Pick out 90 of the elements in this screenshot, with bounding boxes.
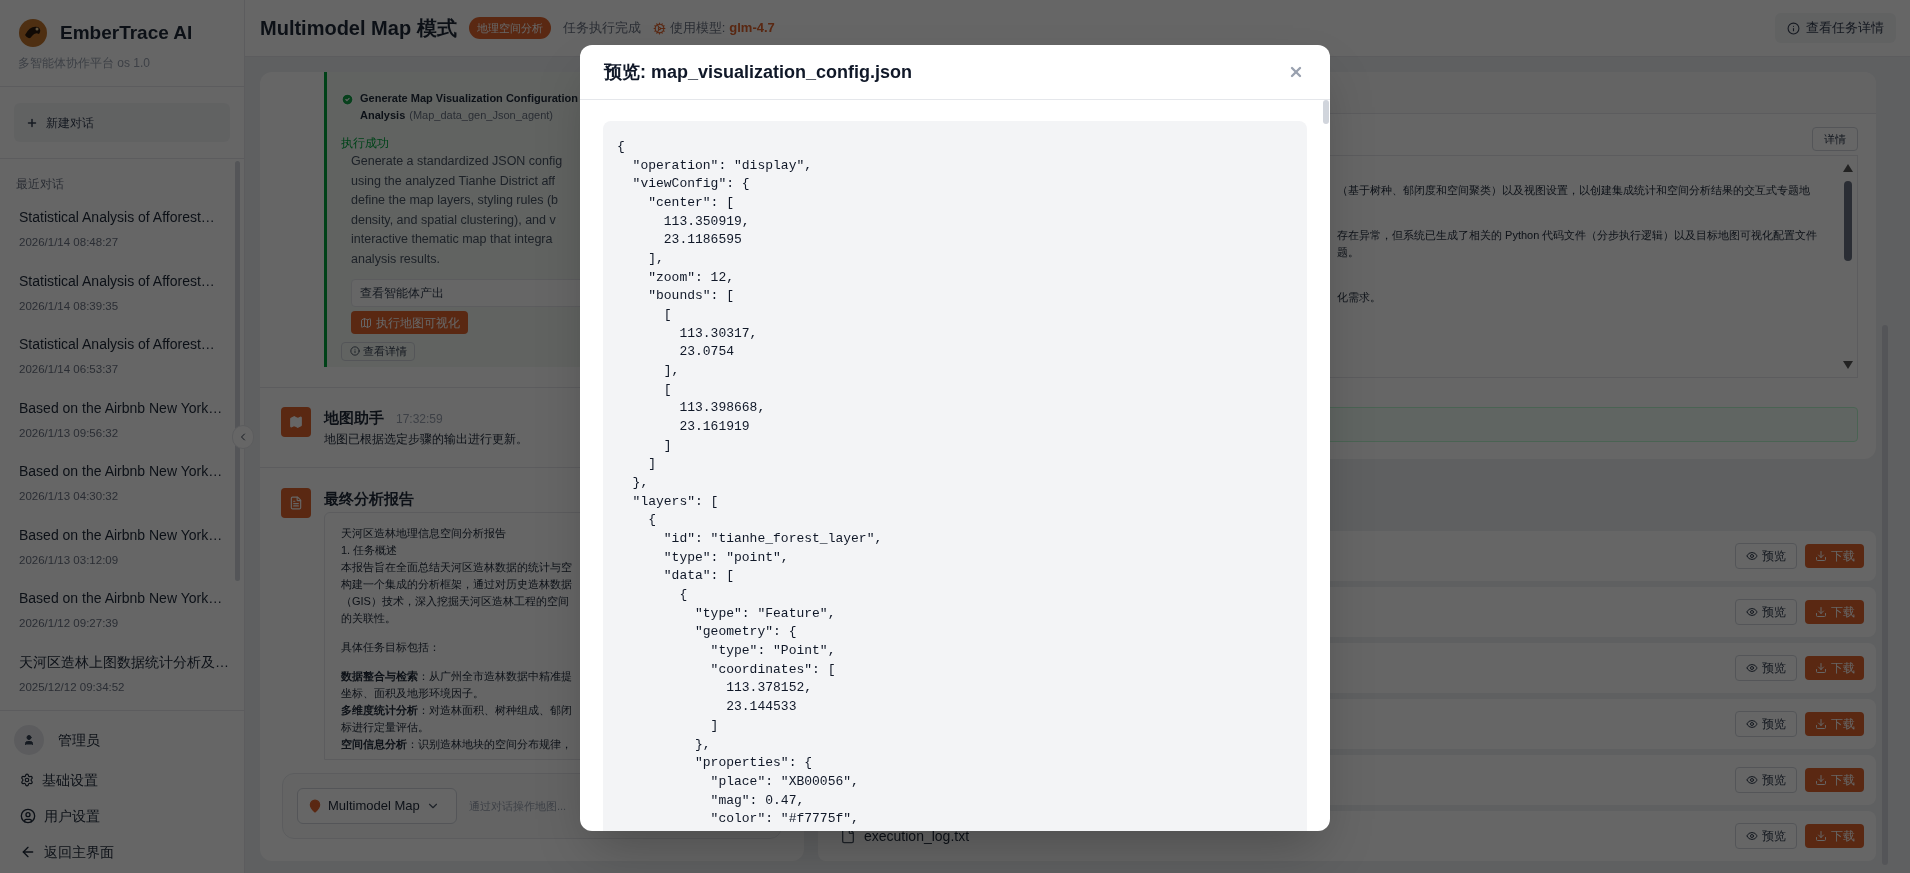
code-line: "coordinates": [ <box>709 660 837 679</box>
message-text: 地图已根据选定步骤的输出进行更新。 <box>324 430 528 448</box>
report-line: 具体任务目标包括： <box>341 640 440 655</box>
page-title: Multimodel Map 模式 <box>260 16 457 41</box>
summary-text: 存在异常，但系统已生成了相关的 Python 代码文件（分步执行逻辑）以及目标地图可视化配置文件 <box>1337 228 1818 243</box>
conversation-time: 2026/1/14 06:53:37 <box>19 362 120 377</box>
conversation-time: 2026/1/13 04:30:32 <box>19 489 120 504</box>
report-line: 标进行定量评估。 <box>341 720 429 735</box>
code-line: "geometry": { <box>694 623 798 642</box>
code-line: { <box>678 586 689 605</box>
code-line: "place": "XB00056", <box>709 772 860 791</box>
conversation-title: Based on the Airbnb New York… <box>19 398 224 418</box>
step-title: Generate Map Visualization Configuration <box>360 91 578 106</box>
status-label: 执行成功 <box>341 135 389 152</box>
report-line: 天河区造林地理信息空间分析报告 <box>341 526 506 541</box>
code-line: 113.398668, <box>678 399 767 418</box>
brand-name: EmberTrace AI <box>60 20 193 45</box>
sender-name: 地图助手 <box>324 408 384 428</box>
code-line: "bounds": [ <box>647 287 736 306</box>
task-status: 任务执行完成 <box>562 19 641 38</box>
code-line: "properties": { <box>694 754 814 773</box>
step-title: Analysis <box>360 108 406 123</box>
model-name: glm-4.7 <box>729 19 775 38</box>
report-title: 最终分析报告 <box>324 488 414 509</box>
code-line: 113.30317, <box>678 324 759 343</box>
conversation-time: 2025/12/12 09:34:52 <box>19 679 126 695</box>
step-description: analysis results. <box>351 250 440 268</box>
code-line: "type": "Point", <box>709 642 837 661</box>
code-line: "center": [ <box>647 194 736 212</box>
tag: 地理空间分析 <box>468 16 551 40</box>
step-description: define the map layers, styling rules (b <box>351 192 559 209</box>
code-line: "layers": [ <box>631 492 720 511</box>
model-label: 使用模型: <box>669 19 726 38</box>
code-line: 23.1186595 <box>662 231 743 250</box>
code-line: "viewConfig": { <box>631 175 751 194</box>
code-line: "type": "point", <box>662 548 790 567</box>
report-line: 1. 任务概述 <box>341 543 398 558</box>
dialog-title: 预览: map_visualization_config.json <box>604 60 913 84</box>
code-line: [ <box>662 306 673 325</box>
conversation-title: Statistical Analysis of Afforest… <box>19 271 216 291</box>
code-line: 23.161919 <box>678 418 751 437</box>
code-line: "data": [ <box>662 567 736 586</box>
summary-text: （基于树种、郁闭度和空间聚类）以及视图设置，以创建集成统计和空间分析结果的交互式专题地 <box>1337 183 1810 198</box>
code-line: "id": "tianhe_forest_layer", <box>662 530 884 549</box>
step-description: Generate a standardized JSON config <box>351 153 563 170</box>
report-line: 多维度统计分析：对造林面积、树种组成、郁闭 <box>341 703 572 718</box>
step-description: density, and spatial clustering), and v <box>351 211 556 229</box>
code-line: "mag": 0.47, <box>709 791 806 810</box>
conversation-title: Statistical Analysis of Afforest… <box>19 335 216 354</box>
report-line: 本报告旨在全面总结天河区造林数据的统计与空 <box>341 560 572 575</box>
conversation-title: Based on the Airbnb New York… <box>19 589 224 608</box>
conversation-title: Based on the Airbnb New York… <box>19 462 224 481</box>
code-line: 23.0754 <box>678 343 736 362</box>
conversation-time: 2026/1/13 09:56:32 <box>19 425 120 441</box>
step-description: interactive thematic map that integra <box>351 231 553 248</box>
report-line: 空间信息分析：识别造林地块的空间分布规律， <box>341 737 572 752</box>
file-name: execution_log.txt <box>864 826 970 846</box>
conversation-time: 2026/1/14 08:39:35 <box>19 298 120 314</box>
report-line: 的关联性。 <box>341 611 396 626</box>
code-line: "operation": "display", <box>631 156 814 175</box>
conversation-title: 天河区造林上图数据统计分析及… <box>19 652 227 672</box>
summary-text: 化需求。 <box>1337 290 1381 305</box>
conversation-title: Based on the Airbnb New York… <box>19 525 224 545</box>
conversation-time: 2026/1/12 09:27:39 <box>19 616 120 631</box>
conversation-title: Statistical Analysis of Afforest… <box>19 208 216 227</box>
report-line: 数据整合与检索：从广州全市造林数据中精准提 <box>341 669 572 684</box>
code-line: }, <box>694 735 712 754</box>
code-line: { <box>647 511 657 530</box>
code-line: [ <box>662 380 673 399</box>
code-line: { <box>617 138 626 156</box>
report-line: 坐标、面积及地形环境因子。 <box>341 686 484 701</box>
code-line: ] <box>662 436 673 455</box>
summary-text: 题。 <box>1337 245 1359 260</box>
code-line: 113.378152, <box>725 679 814 698</box>
code-line: ], <box>662 362 681 381</box>
conversation-time: 2026/1/13 03:12:09 <box>19 552 120 568</box>
section-label: 最近对话 <box>16 176 65 193</box>
user-name: 管理员 <box>58 730 100 750</box>
conversation-time: 2026/1/14 08:48:27 <box>19 235 120 250</box>
code-line: }, <box>631 474 650 493</box>
code-line: ] <box>647 455 657 474</box>
code-line: "zoom": 12, <box>647 268 736 287</box>
code-line: 23.144533 <box>725 698 798 717</box>
step-description: using the analyzed Tianhe District aff <box>351 172 556 190</box>
report-line: （GIS）技术，深入挖掘天河区造林工程的空间 <box>341 594 569 609</box>
code-line: "type": "Feature", <box>694 604 837 623</box>
code-line: 113.350919, <box>662 212 751 231</box>
code-line: ], <box>647 250 665 269</box>
code-line: ] <box>709 716 720 735</box>
code-line: "color": "#f7775f", <box>709 810 860 829</box>
